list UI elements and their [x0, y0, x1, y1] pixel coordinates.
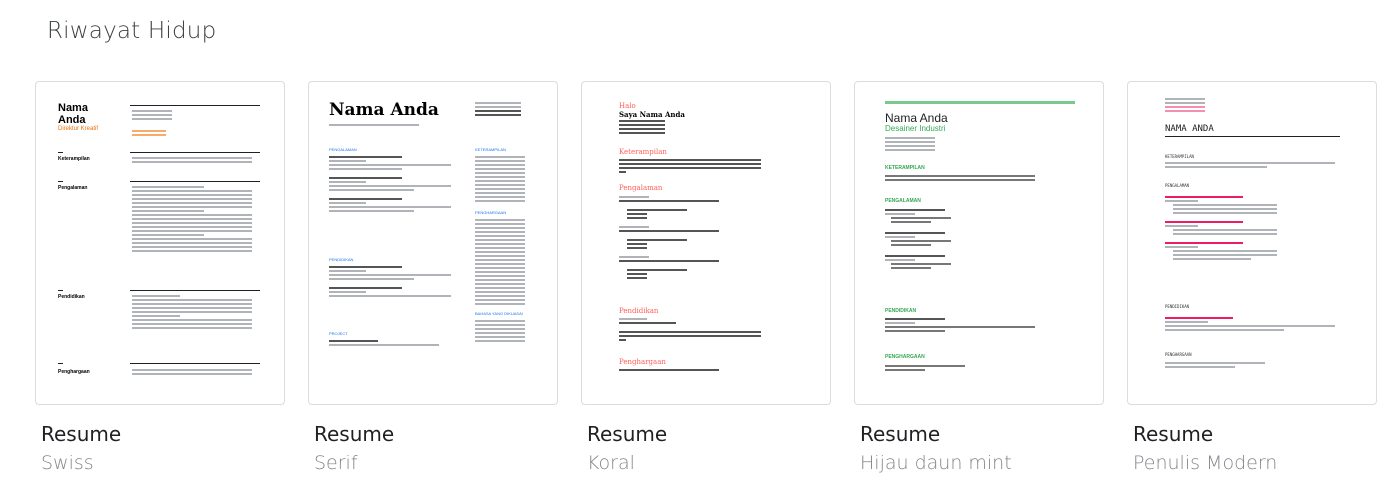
template-subtitle: Hijau daun mint: [860, 452, 1012, 474]
preview-section: Keterampilan: [58, 156, 90, 162]
template-subtitle: Koral: [587, 452, 635, 474]
preview-section: Pengalaman: [619, 184, 663, 192]
preview-section: PENGHARGAAN: [885, 354, 925, 360]
template-subtitle: Swiss: [41, 452, 94, 474]
preview-greeting: Halo: [619, 102, 636, 110]
template-thumbnail-swiss[interactable]: Nama Anda Direktur Kreatif Keterampilan …: [35, 81, 285, 405]
template-title: Resume: [41, 422, 122, 446]
preview-section: PENDIDIKAN: [1165, 304, 1190, 309]
preview-section: KETERAMPILAN: [475, 147, 506, 152]
preview-section: KETERAMPILAN: [1165, 154, 1194, 159]
preview-name: NAMA ANDA: [1165, 124, 1214, 134]
template-subtitle: Penulis Modern: [1133, 452, 1278, 474]
preview-section: Pendidikan: [619, 307, 659, 315]
preview-section: KETERAMPILAN: [885, 165, 925, 171]
preview-section: Penghargaan: [58, 369, 90, 375]
preview-section: PENGALAMAN: [885, 198, 921, 204]
template-title: Resume: [587, 422, 668, 446]
template-subtitle: Serif: [314, 452, 358, 474]
preview-section: Keterampilan: [619, 148, 667, 156]
preview-section: PROJECT: [329, 331, 348, 336]
template-thumbnail-serif[interactable]: Nama Anda PENGALAMAN PENDIDIKAN PROJECT …: [308, 81, 558, 405]
preview-name: Nama Anda: [329, 100, 439, 120]
template-thumbnail-mint[interactable]: Nama Anda Desainer Industri KETERAMPILAN…: [854, 81, 1104, 405]
preview-section: Pengalaman: [58, 185, 88, 191]
preview-name: Nama Anda: [58, 102, 88, 126]
preview-section: PENGALAMAN: [1165, 183, 1190, 188]
preview-section: PENDIDIKAN: [329, 257, 354, 262]
template-thumbnail-modern[interactable]: NAMA ANDA KETERAMPILAN PENGALAMAN PENDID…: [1127, 81, 1377, 405]
preview-section: PENGALAMAN: [329, 147, 357, 152]
preview-section: PENDIDIKAN: [885, 308, 917, 314]
preview-name: Saya Nama Anda: [619, 110, 685, 119]
template-title: Resume: [860, 422, 941, 446]
preview-role: Direktur Kreatif: [58, 126, 99, 132]
template-title: Resume: [1133, 422, 1214, 446]
preview-role: Desainer Industri: [885, 124, 946, 133]
template-card-mint[interactable]: Nama Anda Desainer Industri KETERAMPILAN…: [854, 81, 1104, 474]
template-card-koral[interactable]: Halo Saya Nama Anda Keterampilan Pengala…: [581, 81, 831, 474]
preview-section: Penghargaan: [619, 358, 666, 366]
template-card-swiss[interactable]: Nama Anda Direktur Kreatif Keterampilan …: [35, 81, 285, 474]
template-title: Resume: [314, 422, 395, 446]
preview-name: Nama Anda: [885, 111, 948, 125]
preview-section: BAHASA YANG DIKUASAI: [475, 311, 523, 316]
preview-section: Pendidikan: [58, 294, 85, 300]
template-thumbnail-koral[interactable]: Halo Saya Nama Anda Keterampilan Pengala…: [581, 81, 831, 405]
template-card-serif[interactable]: Nama Anda PENGALAMAN PENDIDIKAN PROJECT …: [308, 81, 558, 474]
preview-section: PENGHARGAAN: [1165, 352, 1192, 357]
template-card-modern[interactable]: NAMA ANDA KETERAMPILAN PENGALAMAN PENDID…: [1127, 81, 1377, 474]
section-title: Riwayat Hidup: [47, 18, 217, 44]
preview-section: PENGHARGAAN: [475, 210, 507, 215]
